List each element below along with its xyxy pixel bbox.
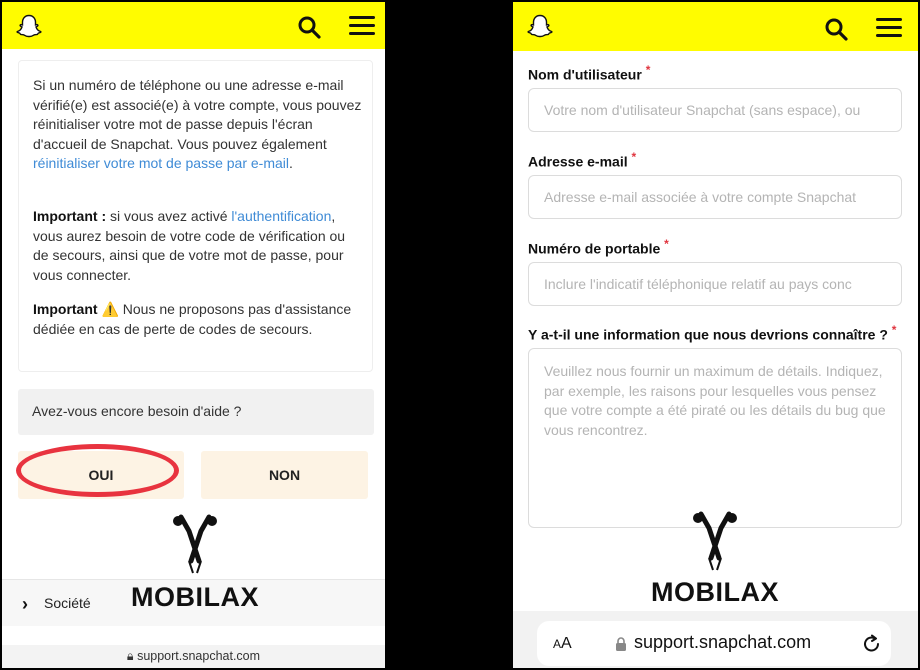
mobilax-watermark: MOBILAX [128, 513, 262, 613]
header-bar [513, 2, 918, 51]
url-text: support.snapchat.com [634, 632, 812, 652]
email-label: Adresse e-mail * [528, 150, 637, 170]
snapchat-ghost-icon[interactable] [16, 14, 42, 38]
required-marker: * [664, 237, 669, 251]
info-label: Y a-t-il une information que nous devrio… [528, 323, 897, 343]
browser-url-bar[interactable]: 🔒︎ support.snapchat.com [2, 645, 385, 668]
right-screenshot: Nom d'utilisateur * Adresse e-mail * Num… [511, 0, 920, 670]
username-input[interactable] [528, 88, 902, 132]
required-marker: * [645, 63, 651, 77]
menu-icon[interactable] [349, 16, 375, 38]
url-text: support.snapchat.com [137, 649, 261, 663]
phone-label: Numéro de portable * [528, 237, 669, 257]
header-bar [2, 2, 385, 49]
scissors-logo-icon [173, 514, 217, 574]
authentication-link[interactable]: l'authentification [231, 208, 331, 224]
yes-button[interactable]: OUI [18, 451, 184, 499]
text-size-button[interactable]: AA [553, 635, 572, 653]
left-screenshot: Si un numéro de téléphone ou une adresse… [0, 0, 387, 670]
footer-item-societe: Société [44, 595, 91, 611]
safari-toolbar: AA support.snapchat.com [513, 611, 918, 668]
reload-icon[interactable] [862, 632, 882, 654]
username-label: Nom d'utilisateur * [528, 63, 651, 83]
required-marker: * [631, 150, 637, 164]
safari-address-bar[interactable]: AA support.snapchat.com [537, 621, 891, 666]
help-question-box: Avez-vous encore besoin d'aide ? [18, 389, 374, 435]
scissors-logo-icon [693, 511, 737, 571]
search-icon[interactable] [297, 15, 321, 39]
email-input[interactable] [528, 175, 902, 219]
reset-by-email-link[interactable]: réinitialiser votre mot de passe par e-m… [33, 155, 289, 171]
info-paragraph-3: Important ⚠️ Nous ne proposons pas d'ass… [33, 301, 352, 337]
required-marker: * [891, 323, 897, 337]
lock-icon [616, 637, 626, 651]
chevron-right-icon: › [22, 594, 28, 614]
menu-icon[interactable] [876, 18, 902, 40]
warning-icon: ⚠️ [101, 301, 119, 317]
info-paragraph-1: Si un numéro de téléphone ou une adresse… [33, 77, 362, 172]
info-card: Si un numéro de téléphone ou une adresse… [18, 60, 373, 372]
search-icon[interactable] [824, 17, 848, 41]
mobilax-watermark: MOBILAX [645, 510, 785, 608]
snapchat-ghost-icon[interactable] [527, 14, 553, 38]
no-button[interactable]: NON [201, 451, 368, 499]
info-textarea[interactable] [528, 348, 902, 528]
help-question: Avez-vous encore besoin d'aide ? [32, 403, 242, 419]
lock-icon: 🔒︎ [126, 649, 134, 663]
info-paragraph-2: Important : si vous avez activé l'authen… [33, 208, 346, 283]
phone-input[interactable] [528, 262, 902, 306]
